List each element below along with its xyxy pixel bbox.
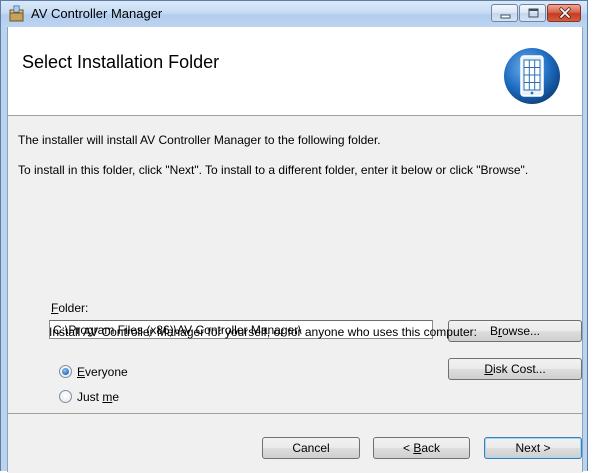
browse-prefix: B <box>489 324 498 338</box>
installer-box-icon <box>9 5 24 22</box>
button-bar: Cancel < Back Next > <box>8 413 582 473</box>
minimize-icon <box>500 14 511 19</box>
disk-cost-rest: isk Cost... <box>492 362 546 376</box>
close-icon <box>559 7 571 19</box>
folder-label: Folder: <box>51 301 88 315</box>
remote-controller-icon <box>504 48 560 104</box>
dialog-client-area: Select Installation Folder The installer… <box>7 27 583 473</box>
back-prefix: < <box>402 441 414 455</box>
radio-everyone-rest: veryone <box>85 365 128 379</box>
title-bar[interactable]: AV Controller Manager <box>1 1 587 27</box>
next-button[interactable]: Next > <box>484 437 582 459</box>
folder-label-text: older: <box>58 301 89 315</box>
maximize-button[interactable] <box>519 4 546 22</box>
browse-rest: owse... <box>502 324 541 338</box>
maximize-icon <box>528 8 539 18</box>
radio-just-me-label[interactable]: Just me <box>77 390 119 404</box>
radio-just-me-rest: e <box>112 390 120 404</box>
page-title: Select Installation Folder <box>22 52 220 72</box>
installer-window: AV Controller Manager Select Installatio… <box>0 0 588 473</box>
intro-text: The installer will install AV Controller… <box>18 133 381 147</box>
radio-everyone-label[interactable]: Everyone <box>77 365 128 379</box>
instructions-text: To install in this folder, click "Next".… <box>18 163 529 177</box>
back-rest: ack <box>421 441 441 455</box>
disk-cost-button[interactable]: Disk Cost... <box>448 358 582 380</box>
cancel-button[interactable]: Cancel <box>262 437 360 459</box>
install-scope-text: Install AV Controller Manager for yourse… <box>49 325 477 339</box>
back-button[interactable]: < Back <box>373 437 470 459</box>
radio-just-me-prefix: Just <box>77 390 103 404</box>
minimize-button[interactable] <box>491 4 518 22</box>
radio-just-me-accelerator: m <box>102 390 113 404</box>
window-title: AV Controller Manager <box>31 6 163 21</box>
radio-everyone-button[interactable] <box>59 365 72 378</box>
close-button[interactable] <box>547 4 581 22</box>
radio-everyone-accelerator: E <box>77 365 86 379</box>
disk-cost-accelerator: D <box>484 362 493 376</box>
radio-just-me-button[interactable] <box>59 390 72 403</box>
header-banner: Select Installation Folder <box>8 27 582 116</box>
